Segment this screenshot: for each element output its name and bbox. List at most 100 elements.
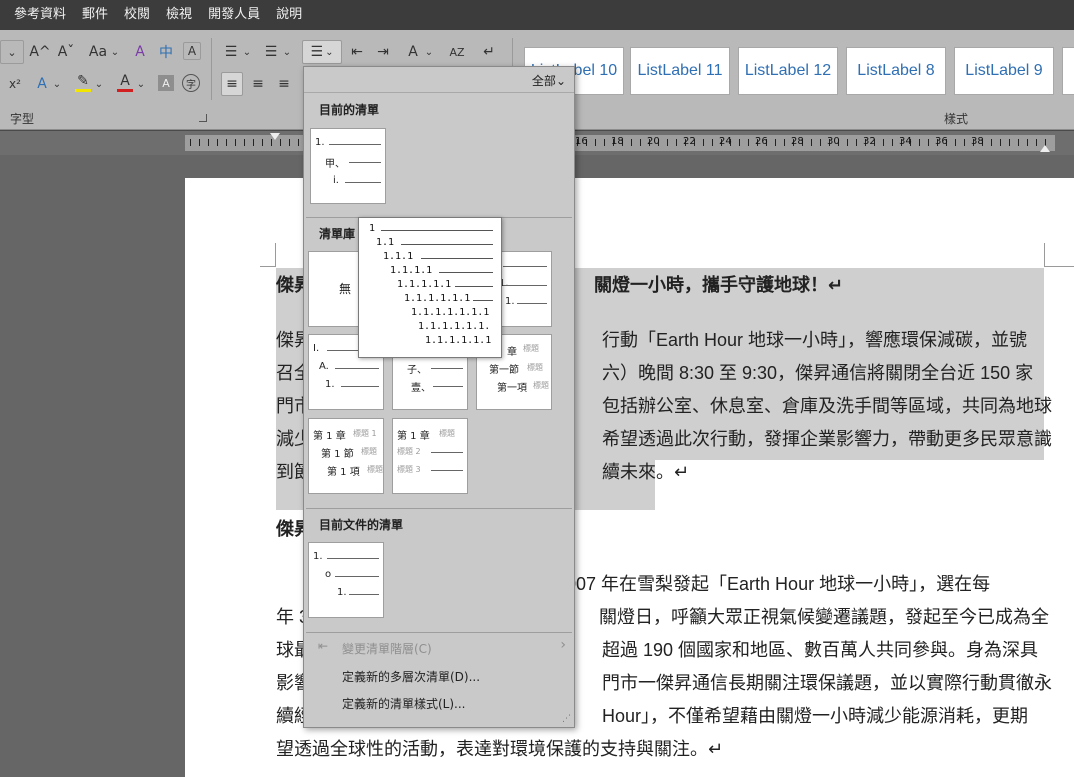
highlight-button[interactable]: ✎ bbox=[72, 70, 94, 94]
right-indent-marker[interactable] bbox=[1040, 145, 1050, 152]
style-listlabel-8[interactable]: ListLabel 8 bbox=[846, 47, 946, 95]
character-border-icon[interactable]: A bbox=[183, 42, 201, 60]
change-list-level-item[interactable]: 變更清單階層(C) bbox=[342, 640, 432, 657]
ruler-tick bbox=[298, 139, 299, 146]
chevron-down-icon[interactable]: ⌄ bbox=[110, 40, 120, 64]
thumb-level: 第 1 節 bbox=[321, 449, 354, 460]
ruler-number: 38 bbox=[971, 136, 984, 147]
highlighter-icon: ✎ bbox=[77, 72, 89, 89]
preview-level: 1.1 bbox=[376, 237, 395, 248]
thumb-placeholder: 標題 bbox=[439, 429, 455, 438]
thumb-line bbox=[503, 285, 547, 286]
style-listlabel-12[interactable]: ListLabel 12 bbox=[738, 47, 838, 95]
ruler-tick bbox=[244, 139, 245, 146]
align-left-icon[interactable]: ≡ bbox=[221, 72, 243, 96]
thumb-level: I. bbox=[313, 343, 320, 354]
thumb-line bbox=[335, 576, 379, 577]
chevron-down-icon[interactable]: ⌄ bbox=[136, 72, 146, 96]
line-suffix: Hour」，不僅希望藉由關燈一小時減少能源消耗，更期 bbox=[602, 706, 1029, 726]
ruler-tick bbox=[1009, 139, 1010, 146]
chinese-layout-icon[interactable]: A bbox=[402, 40, 424, 64]
ruler-tick bbox=[667, 139, 668, 146]
style-listlabel-9[interactable]: ListLabel 9 bbox=[954, 47, 1054, 95]
shrink-font-icon[interactable]: Aˇ bbox=[56, 40, 76, 64]
dialog-launcher-icon[interactable] bbox=[199, 114, 207, 122]
resize-grip-icon[interactable]: ⋰ bbox=[562, 714, 571, 724]
enclose-characters-icon[interactable]: 字 bbox=[182, 74, 200, 92]
preview-line bbox=[421, 258, 493, 259]
ruler-tick bbox=[217, 139, 218, 146]
preview-level: 1.1.1.1.1 bbox=[397, 279, 452, 290]
thumb-level: A. bbox=[319, 361, 329, 372]
thumb-level: i. bbox=[333, 175, 339, 186]
list-filter-dropdown[interactable]: 全部⌄ bbox=[532, 72, 566, 89]
preview-level: 1.1.1.1 bbox=[390, 265, 433, 276]
superscript-icon[interactable]: x² bbox=[6, 72, 24, 96]
ruler-number: 18 bbox=[611, 136, 624, 147]
menu-references[interactable]: 參考資料 bbox=[6, 0, 74, 30]
ruler-tick bbox=[919, 139, 920, 146]
thumb-level: 1. bbox=[337, 587, 347, 598]
font-color-button[interactable]: A bbox=[114, 70, 136, 94]
align-center-icon[interactable]: ≡ bbox=[247, 72, 269, 96]
thumb-line bbox=[329, 144, 381, 145]
thumb-line bbox=[349, 162, 381, 163]
increase-indent-icon[interactable]: ⇥ bbox=[372, 40, 394, 64]
thumb-level: 1. bbox=[505, 296, 515, 307]
ruler-tick bbox=[253, 139, 254, 146]
divider bbox=[211, 38, 212, 100]
first-line-indent-marker[interactable] bbox=[270, 133, 280, 140]
align-right-icon[interactable]: ≡ bbox=[273, 72, 295, 96]
document-lists-title: 目前文件的清單 bbox=[319, 518, 404, 532]
multilevel-list-button[interactable]: ☰ ⌄ bbox=[302, 40, 342, 64]
menu-review[interactable]: 校閱 bbox=[116, 0, 158, 30]
ruler-number: 24 bbox=[719, 136, 732, 147]
list-thumb-library[interactable]: 第 1 章 標題 1 第 1 節 標題 第 1 項 標題 bbox=[308, 418, 384, 494]
menu-help[interactable]: 說明 bbox=[268, 0, 310, 30]
ruler-tick bbox=[883, 139, 884, 146]
preview-line bbox=[439, 272, 493, 273]
list-thumb-library[interactable]: 第 1 章 標題 標題 2 標題 3 bbox=[392, 418, 468, 494]
current-list-title: 目前的清單 bbox=[319, 103, 380, 117]
thumb-level: 第一項 bbox=[497, 383, 527, 394]
doc-paragraph-line[interactable]: 望透過全球性的活動，表達對環境保護的支持與關注。↵ bbox=[276, 734, 723, 764]
ruler-tick bbox=[235, 139, 236, 146]
ruler-tick bbox=[991, 139, 992, 146]
bullets-icon[interactable]: ☰ bbox=[220, 40, 242, 64]
clear-formatting-icon[interactable]: A bbox=[130, 40, 150, 64]
numbering-icon[interactable]: ☰ bbox=[260, 40, 282, 64]
menu-view[interactable]: 檢視 bbox=[158, 0, 200, 30]
define-list-style-item[interactable]: 定義新的清單樣式(L)... bbox=[342, 695, 466, 712]
style-listlabel-11[interactable]: ListLabel 11 bbox=[630, 47, 730, 95]
menu-developer[interactable]: 開發人員 bbox=[200, 0, 268, 30]
menu-mailings[interactable]: 郵件 bbox=[74, 0, 116, 30]
chevron-down-icon[interactable]: ⌄ bbox=[282, 40, 292, 64]
decrease-indent-icon[interactable]: ⇤ bbox=[346, 40, 368, 64]
preview-line bbox=[381, 230, 493, 231]
line-suffix: 關燈日，呼籲大眾正視氣候變遷議題，發起至今已成為全 bbox=[599, 607, 1050, 627]
character-shading-icon[interactable]: A bbox=[158, 75, 174, 91]
list-thumb-document[interactable]: 1. o 1. bbox=[308, 542, 384, 618]
style-card-partial[interactable] bbox=[1062, 47, 1074, 95]
define-multilevel-list-item[interactable]: 定義新的多層次清單(D)... bbox=[342, 668, 480, 685]
ruler-tick bbox=[271, 139, 272, 146]
sort-icon[interactable]: AZ bbox=[446, 40, 468, 64]
phonetic-guide-icon[interactable]: 中 bbox=[156, 40, 176, 64]
preview-level: 1.1.1.1.1.1.1 bbox=[411, 307, 490, 318]
thumb-line bbox=[431, 470, 463, 471]
list-thumb-current[interactable]: 1. 甲、 i. bbox=[310, 128, 386, 204]
ruler-tick bbox=[739, 139, 740, 146]
chevron-down-icon[interactable]: ⌄ bbox=[424, 40, 434, 64]
thumb-level: 壹、 bbox=[411, 383, 431, 394]
change-case-icon[interactable]: Aa bbox=[86, 40, 110, 64]
ruler-tick bbox=[703, 139, 704, 146]
chevron-down-icon[interactable]: ⌄ bbox=[242, 40, 252, 64]
thumb-line bbox=[431, 452, 463, 453]
ruler-tick bbox=[1018, 139, 1019, 146]
font-size-box[interactable]: ⌄ bbox=[0, 40, 24, 64]
chevron-down-icon[interactable]: ⌄ bbox=[52, 72, 62, 96]
chevron-down-icon[interactable]: ⌄ bbox=[94, 72, 104, 96]
grow-font-icon[interactable]: A^ bbox=[29, 40, 50, 64]
show-formatting-marks-icon[interactable]: ↵ bbox=[478, 40, 500, 64]
text-effects-icon[interactable]: A bbox=[32, 72, 52, 96]
